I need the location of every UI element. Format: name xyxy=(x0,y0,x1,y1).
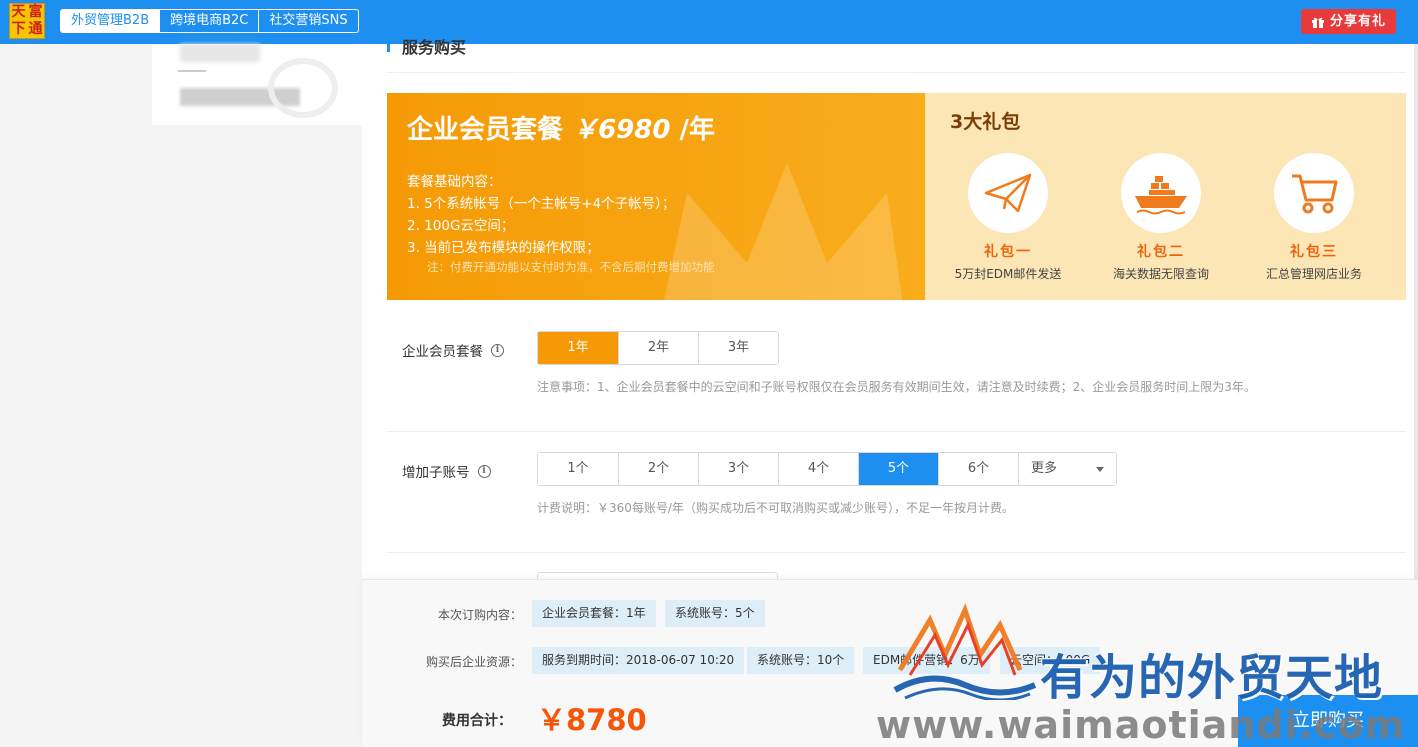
product-tabs: 外贸管理B2B 跨境电商B2C 社交营销SNS xyxy=(60,9,359,33)
divider xyxy=(387,431,1406,432)
tab-sns[interactable]: 社交营销SNS xyxy=(258,10,357,32)
logo-char: 通 xyxy=(28,21,43,37)
decorative-ring xyxy=(268,58,338,118)
gift-item: 礼包二 海关数据无限查询 xyxy=(1101,153,1221,282)
paper-plane-icon xyxy=(984,173,1032,213)
subaccount-label: 增加子账号 i xyxy=(402,461,491,481)
package-line: 1. 5个系统帐号（一个主帐号+4个子帐号）； xyxy=(407,196,676,212)
package-heading: 套餐基础内容： xyxy=(407,174,502,190)
package-line: 3. 当前已发布模块的操作权限； xyxy=(407,240,600,256)
package-line: 2. 100G云空间； xyxy=(407,218,515,234)
logo-char: 下 xyxy=(11,21,26,37)
membership-label-text: 企业会员套餐 xyxy=(402,344,483,360)
gift-icon-circle xyxy=(1121,153,1201,233)
membership-duration-selector: 1年 2年 3年 xyxy=(537,331,779,365)
package-note: 注：付费开通功能以支付时为准，不含后期付费增加功能 xyxy=(427,260,715,274)
section-title: 服务购买 xyxy=(387,34,466,57)
gifts-title: 3大礼包 xyxy=(950,111,1021,133)
duration-option-3y[interactable]: 3年 xyxy=(698,332,778,364)
membership-tip: 注意事项：1、企业会员套餐中的云空间和子账号权限仅在会员服务有效期间生效，请注意… xyxy=(537,380,1256,394)
gift-item: 礼包三 汇总管理网店业务 xyxy=(1254,153,1374,282)
blurred-text xyxy=(180,44,260,62)
more-label: 更多 xyxy=(1031,461,1058,476)
chevron-down-icon xyxy=(1096,467,1104,472)
subaccount-label-text: 增加子账号 xyxy=(402,465,470,481)
duration-option-2y[interactable]: 2年 xyxy=(618,332,698,364)
cargo-ship-icon xyxy=(1135,176,1187,215)
crown-icon xyxy=(664,163,903,300)
logo-char: 天 xyxy=(11,4,26,20)
resources-label: 购买后企业资源： xyxy=(426,655,523,669)
subaccount-option-4[interactable]: 4个 xyxy=(778,453,858,485)
top-nav-bar: 天 富 下 通 外贸管理B2B 跨境电商B2C 社交营销SNS 分享有礼 xyxy=(0,0,1418,44)
total-price: ￥8780 xyxy=(537,703,647,737)
watermark-logo xyxy=(893,603,1037,700)
info-icon[interactable]: i xyxy=(491,343,504,357)
shopping-cart-icon xyxy=(1292,174,1338,214)
resource-tag: 服务到期时间：2018-06-07 10:20 xyxy=(532,647,745,674)
package-unit: /年 xyxy=(679,115,716,145)
gift-icon-circle xyxy=(968,153,1048,233)
resource-tag: 系统账号：10个 xyxy=(747,647,855,674)
gift-icon-circle xyxy=(1274,153,1354,233)
subaccount-tip: 计费说明：￥360每账号/年（购买成功后不可取消购买或减少账号），不足一年按月计… xyxy=(537,501,1014,515)
subaccount-option-2[interactable]: 2个 xyxy=(618,453,698,485)
brand-logo[interactable]: 天 富 下 通 xyxy=(9,3,45,39)
gift-item: 礼包一 5万封EDM邮件发送 xyxy=(948,153,1068,282)
subaccount-option-1[interactable]: 1个 xyxy=(538,453,618,485)
gift-name: 礼包二 xyxy=(1137,244,1185,260)
divider xyxy=(178,70,206,72)
info-icon[interactable]: i xyxy=(477,464,491,478)
gift-desc: 海关数据无限查询 xyxy=(1112,267,1209,281)
gift-desc: 汇总管理网店业务 xyxy=(1265,267,1362,281)
share-gift-button[interactable]: 分享有礼 xyxy=(1300,9,1396,34)
share-button-label: 分享有礼 xyxy=(1329,14,1386,29)
subaccount-more-dropdown[interactable]: 更多 xyxy=(1018,453,1116,485)
gift-desc: 5万封EDM邮件发送 xyxy=(954,267,1062,281)
divider xyxy=(387,72,1406,73)
package-price: ￥6980 xyxy=(572,115,671,145)
gift-icon xyxy=(1311,17,1324,28)
order-tag: 系统账号：5个 xyxy=(665,600,765,627)
membership-label: 企业会员套餐 i xyxy=(402,340,504,360)
divider xyxy=(387,552,1406,553)
subaccount-option-6[interactable]: 6个 xyxy=(938,453,1018,485)
duration-option-1y[interactable]: 1年 xyxy=(538,332,618,364)
gift-name: 礼包三 xyxy=(1290,244,1338,260)
subaccount-option-3[interactable]: 3个 xyxy=(698,453,778,485)
watermark-url: www.waimaotiandi.com xyxy=(876,703,1406,747)
scrollbar[interactable] xyxy=(1414,44,1418,579)
package-name: 企业会员套餐 xyxy=(407,115,564,145)
package-contents: 套餐基础内容： 1. 5个系统帐号（一个主帐号+4个子帐号）； 2. 100G云… xyxy=(407,171,675,259)
total-label: 费用合计： xyxy=(442,713,512,729)
subaccount-option-5[interactable]: 5个 xyxy=(858,453,938,485)
package-title: 企业会员套餐 ￥6980 /年 xyxy=(407,109,715,146)
gift-name: 礼包一 xyxy=(984,244,1032,260)
logo-char: 富 xyxy=(28,4,43,20)
watermark-text: 有为的外贸天地 xyxy=(1040,650,1384,706)
order-tag: 企业会员套餐：1年 xyxy=(532,600,656,627)
subaccount-selector: 1个 2个 3个 4个 5个 6个 更多 xyxy=(537,452,1117,486)
tab-b2b[interactable]: 外贸管理B2B xyxy=(61,10,160,32)
tab-b2c[interactable]: 跨境电商B2C xyxy=(159,10,258,32)
order-label: 本次订购内容： xyxy=(438,608,523,622)
package-banner: 企业会员套餐 ￥6980 /年 套餐基础内容： 1. 5个系统帐号（一个主帐号+… xyxy=(387,93,927,300)
